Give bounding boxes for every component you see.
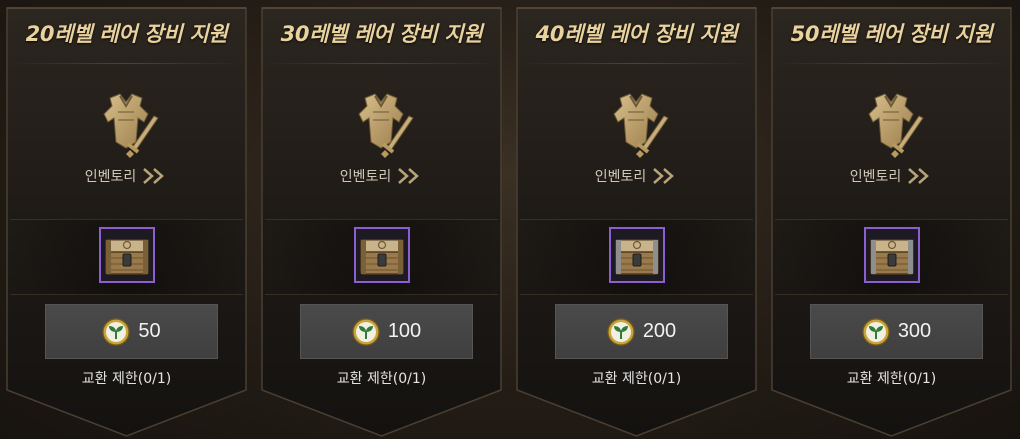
exchange-button[interactable]: 100 [300, 304, 473, 359]
armor-sword-icon [358, 93, 414, 158]
reward-item-slot[interactable] [99, 227, 155, 283]
inventory-link[interactable]: 인벤토리 [4, 164, 249, 188]
armor-sword-icon [868, 93, 924, 158]
inventory-link[interactable]: 인벤토리 [259, 164, 504, 188]
card-title: 30레벨 레어 장비 지원 [280, 22, 483, 46]
exchange-button[interactable]: 300 [810, 304, 983, 359]
armor-sword-icon [613, 93, 669, 158]
title-divider [775, 63, 1008, 64]
exchange-limit: 교환 제한(0/1) [591, 371, 682, 387]
iron-banded-chest-icon [870, 239, 914, 275]
shop-card-1: 20레벨 레어 장비 지원 인벤토리 50 교환 제한(0/1) [4, 0, 249, 439]
price-value: 100 [387, 320, 422, 342]
double-chevron-right-icon [908, 168, 930, 184]
inventory-label: 인벤토리 [849, 169, 902, 185]
double-chevron-right-icon [398, 168, 420, 184]
shop-card-2: 30레벨 레어 장비 지원 인벤토리 100 교환 제한(0/1) [259, 0, 504, 439]
sprout-coin-icon [102, 317, 130, 346]
exchange-button[interactable]: 200 [555, 304, 728, 359]
iron-banded-chest-icon [615, 239, 659, 275]
sprout-coin-icon [862, 317, 890, 346]
reward-item-slot[interactable] [354, 227, 410, 283]
exchange-limit: 교환 제한(0/1) [846, 371, 937, 387]
inventory-link[interactable]: 인벤토리 [514, 164, 759, 188]
title-divider [265, 63, 498, 64]
title-divider [10, 63, 243, 64]
shop-card-3: 40레벨 레어 장비 지원 인벤토리 200 교환 제한(0/1) [514, 0, 759, 439]
armor-sword-icon [103, 93, 159, 158]
reward-item-slot[interactable] [864, 227, 920, 283]
shop-card-4: 50레벨 레어 장비 지원 인벤토리 300 교환 제한(0/1) [769, 0, 1014, 439]
wooden-chest-icon [105, 239, 149, 275]
card-title: 40레벨 레어 장비 지원 [535, 22, 738, 46]
exchange-limit: 교환 제한(0/1) [81, 371, 172, 387]
sprout-coin-icon [607, 317, 635, 346]
sprout-coin-icon [352, 317, 380, 346]
exchange-button[interactable]: 50 [45, 304, 218, 359]
inventory-label: 인벤토리 [594, 169, 647, 185]
inventory-label: 인벤토리 [84, 169, 137, 185]
exchange-limit: 교환 제한(0/1) [336, 371, 427, 387]
double-chevron-right-icon [653, 168, 675, 184]
title-divider [520, 63, 753, 64]
inventory-link[interactable]: 인벤토리 [769, 164, 1014, 188]
price-value: 50 [138, 320, 161, 342]
card-title: 20레벨 레어 장비 지원 [25, 22, 228, 46]
inventory-label: 인벤토리 [339, 169, 392, 185]
price-value: 300 [897, 320, 932, 342]
wooden-chest-icon [360, 239, 404, 275]
double-chevron-right-icon [143, 168, 165, 184]
card-title: 50레벨 레어 장비 지원 [790, 22, 993, 46]
price-value: 200 [642, 320, 677, 342]
reward-item-slot[interactable] [609, 227, 665, 283]
shop-card-list: 20레벨 레어 장비 지원 인벤토리 50 교환 제한(0/1) 30레벨 레어… [0, 0, 1020, 439]
